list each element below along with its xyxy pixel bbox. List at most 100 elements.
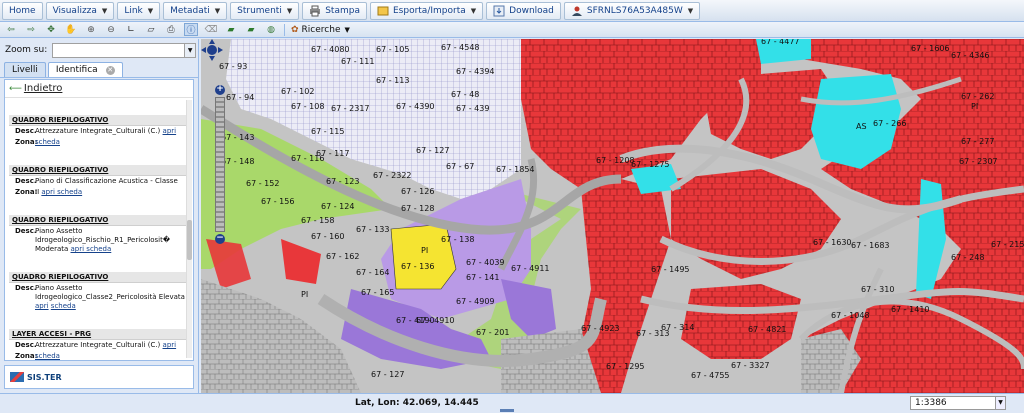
scheda-link[interactable]: scheda [51, 302, 76, 310]
desc-row: Desc. Piano di Classificazione Acustica -… [9, 176, 189, 187]
globe-icon[interactable]: ◍ [264, 23, 278, 36]
print-icon[interactable]: ⎙ [164, 23, 178, 36]
result-section: LAYER ACCESI - PRG Desc. Attrezzature Int… [9, 329, 189, 360]
menu-stampa[interactable]: Stampa [302, 1, 367, 20]
parcel-label: 67 - 4548 [441, 43, 480, 52]
result-section: QUADRO RIEPILOGATIVO Desc. Piano Assetto … [9, 272, 189, 312]
chevron-down-icon[interactable]: ▼ [995, 397, 1005, 409]
parcel-label: 67 - 4911 [511, 264, 550, 273]
menu-link[interactable]: Link ▼ [117, 1, 161, 20]
parcel-label: 67 - 156 [261, 197, 294, 206]
chevron-down-icon: ▼ [286, 6, 293, 15]
desc-row: Desc. Attrezzature Integrate_Culturali (C… [9, 126, 189, 137]
zoom-slider[interactable]: + − [215, 85, 225, 245]
parcel-label: 67 - 4039 [466, 258, 505, 267]
tab-identifica[interactable]: Identifica ✕ [47, 62, 123, 77]
section-title: QUADRO RIEPILOGATIVO [9, 272, 189, 283]
status-bar: Lat, Lon: 42.069, 14.445 1:3386 ▼ [0, 393, 1024, 413]
palette-icon: ✿ [291, 24, 299, 35]
parcel-label: 67 - 1495 [651, 265, 690, 274]
open-link[interactable]: apri [163, 127, 177, 135]
zona-key: Zona: [15, 138, 38, 146]
parcel-label: 67 - 136 [401, 262, 434, 271]
measure-area-icon[interactable]: ▱ [144, 23, 158, 36]
parcel-label: 67 - 164 [356, 268, 389, 277]
latlon-readout: Lat, Lon: 42.069, 14.445 [355, 398, 479, 408]
zoom-track[interactable] [215, 97, 225, 232]
parcel-label: 67 - 108 [291, 102, 324, 111]
scale-select[interactable]: 1:3386 ▼ [910, 396, 1006, 410]
chevron-down-icon[interactable]: ▼ [184, 43, 196, 57]
parcel-label: 67 - 4909 [456, 297, 495, 306]
scrollbar-thumb[interactable] [187, 220, 192, 260]
zoom-extent-icon[interactable]: ✥ [44, 23, 58, 36]
printer-icon [310, 5, 321, 16]
menu-visualizza[interactable]: Visualizza ▼ [45, 1, 115, 20]
parcel-label: 67 - 115 [311, 127, 344, 136]
parcel-label: 67 - 143 [221, 133, 254, 142]
parcel-label: 67 - 148 [221, 157, 254, 166]
parcel-label: 67 - 128 [401, 204, 434, 213]
forward-arrow-icon[interactable]: ⇨ [24, 23, 38, 36]
pan-control-icon[interactable] [201, 39, 223, 61]
panel-scrollbar[interactable] [186, 100, 192, 358]
export-icon [377, 6, 389, 15]
car-icon[interactable]: ▰ [224, 23, 238, 36]
section-title: LAYER ACCESI - PRG [9, 329, 189, 340]
menu-download[interactable]: Download [486, 1, 561, 20]
chevron-down-icon: ▼ [214, 6, 221, 15]
open-link[interactable]: apri [163, 341, 177, 349]
menu-metadati-label: Metadati [170, 5, 210, 16]
tab-livelli[interactable]: Livelli [4, 62, 46, 77]
parcel-label: 67 - 4923 [581, 324, 620, 333]
back-arrow-icon: ⟵ [9, 83, 22, 94]
scheda-link[interactable]: scheda [35, 352, 60, 360]
open-scheda-link[interactable]: apri scheda [71, 245, 112, 253]
parcel-label: 67 - 4080 [311, 45, 350, 54]
sister-logo-text: SIS.TER [27, 372, 62, 382]
parcel-label: 67 - 126 [401, 187, 434, 196]
menu-strumenti[interactable]: Strumenti ▼ [230, 1, 300, 20]
car-alt-icon[interactable]: ▰ [244, 23, 258, 36]
zoom-minus-button[interactable]: − [215, 234, 225, 244]
menu-user[interactable]: SFRNLS76A53A485W ▼ [563, 1, 701, 20]
close-icon[interactable]: ✕ [105, 65, 115, 75]
open-link[interactable]: apri [35, 302, 49, 310]
open-scheda-link[interactable]: apri scheda [41, 188, 82, 196]
parcel-label: 67 - 127 [371, 370, 404, 379]
parcel-label: 67 - 1048 [831, 311, 870, 320]
tab-livelli-label: Livelli [12, 65, 38, 75]
chevron-down-icon: ▼ [101, 6, 108, 15]
zone-label: AS [856, 122, 867, 131]
back-arrow-icon[interactable]: ⇦ [4, 23, 18, 36]
measure-line-icon[interactable]: ∟ [124, 23, 138, 36]
zoom-in-icon[interactable]: ⊕ [84, 23, 98, 36]
zoom-plus-button[interactable]: + [215, 85, 225, 95]
resize-grip[interactable] [500, 409, 514, 412]
parcel-label: 67 - 127 [416, 146, 449, 155]
eraser-icon[interactable]: ⌫ [204, 23, 218, 36]
menu-home[interactable]: Home [2, 1, 43, 20]
desc-row: Desc. Piano Assetto Idrogeologico_Rischio… [9, 226, 189, 255]
scheda-link[interactable]: scheda [35, 138, 60, 146]
zoom-select[interactable]: ▼ [52, 42, 197, 58]
parcel-label: 67 - 113 [376, 76, 409, 85]
menu-esporta-importa[interactable]: Esporta/Importa ▼ [369, 1, 484, 20]
zone-label: PI [971, 102, 978, 111]
map-canvas[interactable]: 67 - 4080 67 - 105 67 - 4548 67 - 93 67 - 11… [201, 39, 1024, 393]
desc-value: Attrezzature Integrate_Culturali (C.) [35, 127, 161, 135]
back-link[interactable]: ⟵ Indietro [5, 80, 193, 98]
section-title: QUADRO RIEPILOGATIVO [9, 165, 189, 176]
pan-icon[interactable]: ✋ [64, 23, 78, 36]
map-view[interactable]: 67 - 4080 67 - 105 67 - 4548 67 - 93 67 - 11… [201, 39, 1024, 393]
menu-home-label: Home [9, 5, 36, 16]
info-icon[interactable]: ⓘ [184, 23, 198, 36]
parcel-label: 67 - 1275 [631, 160, 670, 169]
menu-metadati[interactable]: Metadati ▼ [163, 1, 228, 20]
parcel-label: 67 - 133 [356, 225, 389, 234]
parcel-label: 67 - 1630 [813, 238, 852, 247]
ricerche-menu[interactable]: ✿ Ricerche ▼ [291, 25, 350, 35]
chevron-down-icon: ▼ [687, 6, 694, 15]
zoom-out-icon[interactable]: ⊖ [104, 23, 118, 36]
parcel-label: 67 - 2322 [373, 171, 412, 180]
